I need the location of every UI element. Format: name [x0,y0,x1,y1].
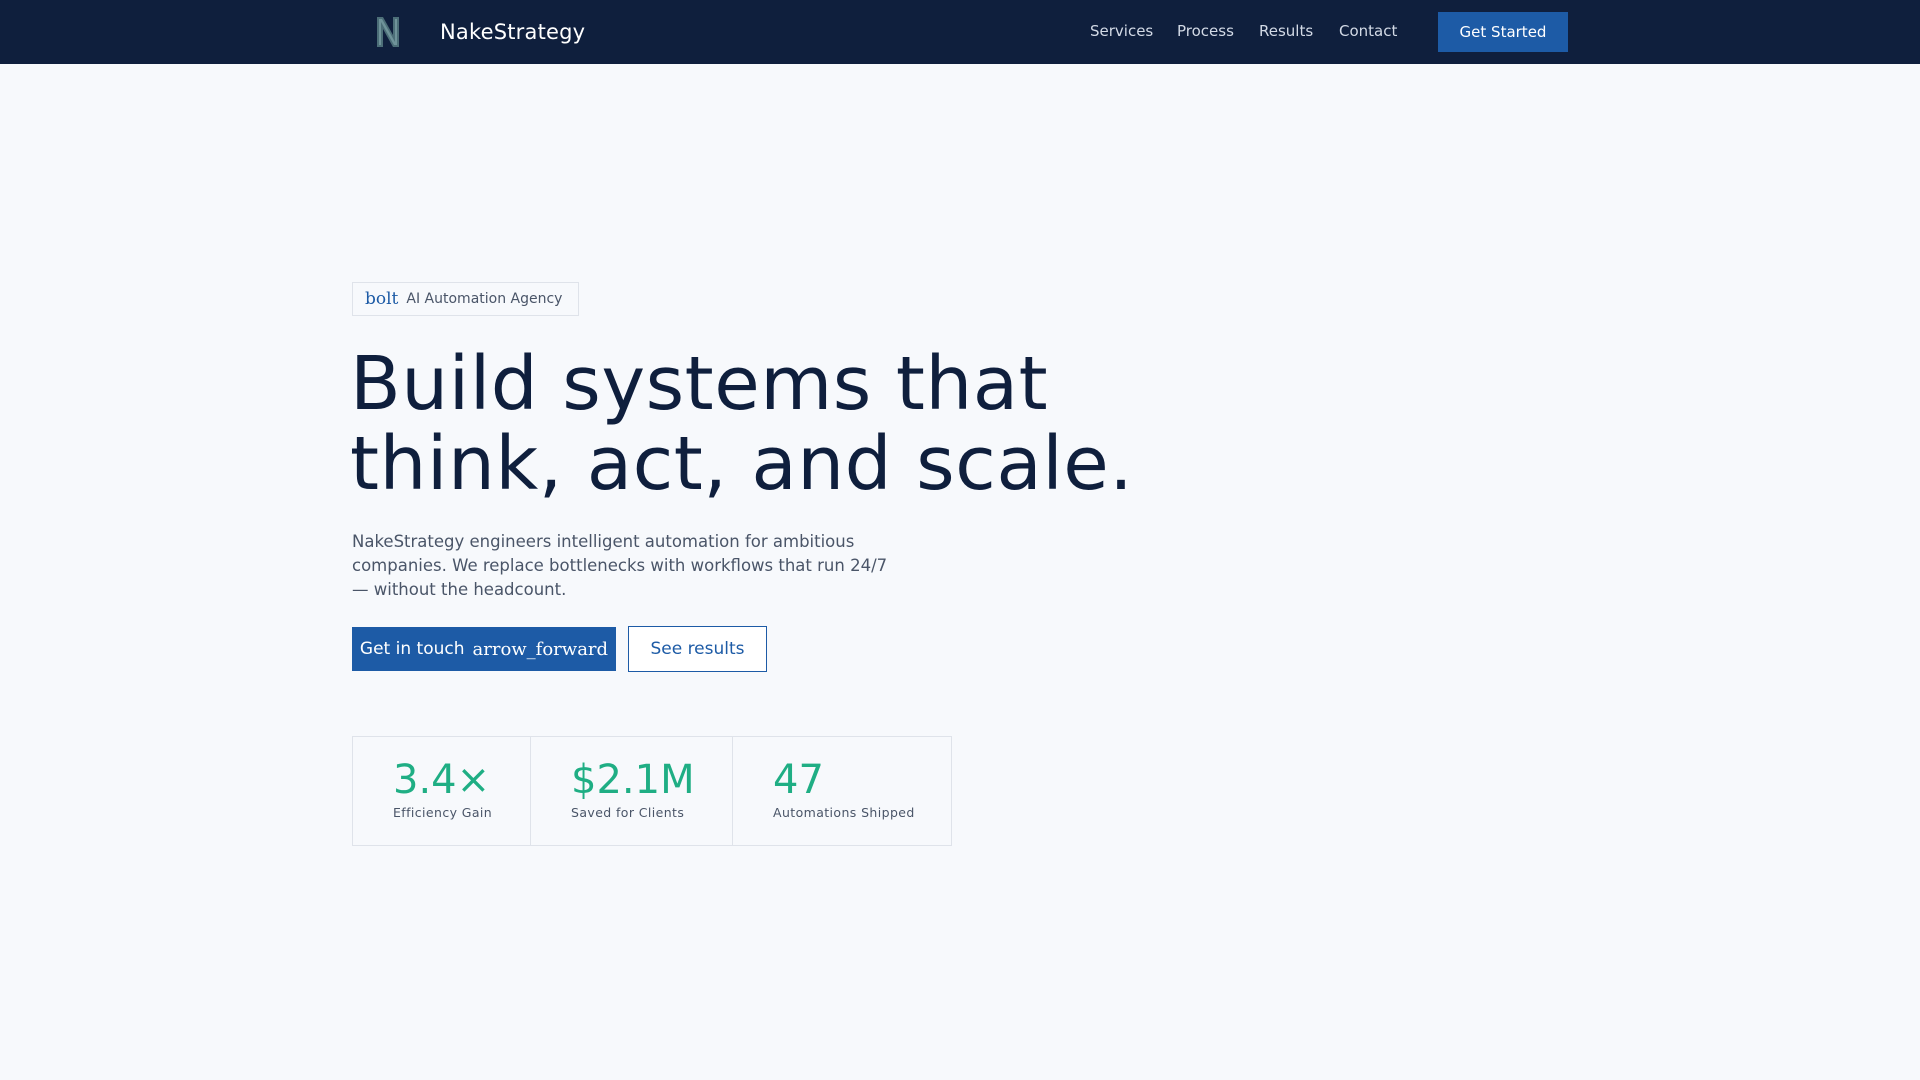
see-results-button[interactable]: See results [628,626,767,672]
stat-label: Efficiency Gain [393,805,493,820]
get-in-touch-label: Get in touch [359,639,465,659]
agency-badge: bolt AI Automation Agency [352,282,580,316]
hero-headline: Build systems that think, act, and scale… [350,344,1133,504]
stat-label: Automations Shipped [773,805,915,820]
stat-efficiency: 3.4× Efficiency Gain [353,737,531,845]
stat-value: 3.4× [393,757,491,803]
nav-link-process[interactable]: Process [1177,22,1234,40]
n-monogram-icon [377,17,399,47]
top-navigation-bar: NakeStrategy Services Process Results Co… [0,0,1920,64]
arrow-forward-icon: arrow_forward [472,638,609,660]
headline-line-2: think, act, and scale. [350,421,1134,507]
brand-name: NakeStrategy [440,20,586,44]
stat-label: Saved for Clients [571,805,685,820]
stat-automations: 47 Automations Shipped [733,737,951,845]
nav-link-contact[interactable]: Contact [1339,22,1397,40]
bolt-icon: bolt [365,289,399,309]
get-in-touch-button[interactable]: Get in touch arrow_forward [352,627,616,671]
nav-link-results[interactable]: Results [1259,22,1313,40]
get-started-button[interactable]: Get Started [1438,12,1568,52]
badge-text: AI Automation Agency [406,291,563,307]
stats-panel: 3.4× Efficiency Gain $2.1M Saved for Cli… [352,736,952,846]
stat-value: 47 [773,757,824,803]
headline-line-1: Build systems that [350,341,1049,427]
hero-description: NakeStrategy engineers intelligent autom… [352,532,888,599]
nav-link-services[interactable]: Services [1090,22,1153,40]
stat-saved: $2.1M Saved for Clients [531,737,733,845]
brand[interactable]: NakeStrategy [372,13,585,51]
stat-value: $2.1M [571,757,695,803]
